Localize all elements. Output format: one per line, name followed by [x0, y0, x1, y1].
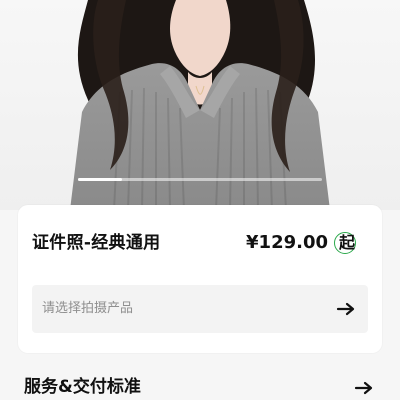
arrow-right-icon: [354, 381, 373, 395]
product-price: ¥129.00: [246, 232, 328, 253]
product-hero-image[interactable]: [0, 0, 400, 210]
product-title: 证件照-经典通用: [32, 233, 161, 253]
product-selector-placeholder: 请选择拍摄产品: [42, 301, 134, 316]
image-carousel-progress-fill: [78, 178, 122, 181]
price-suffix-text: 起: [338, 233, 355, 252]
service-delivery-standard-row[interactable]: 服务&交付标准: [24, 374, 376, 400]
service-delivery-standard-title: 服务&交付标准: [24, 377, 141, 397]
product-title-row: 证件照-经典通用 ¥129.00 起: [32, 229, 368, 257]
product-card: 证件照-经典通用 ¥129.00 起 请选择拍摄产品: [18, 205, 382, 353]
product-selector[interactable]: 请选择拍摄产品: [32, 285, 368, 333]
image-carousel-progress: [78, 178, 322, 181]
arrow-right-icon: [336, 302, 355, 316]
